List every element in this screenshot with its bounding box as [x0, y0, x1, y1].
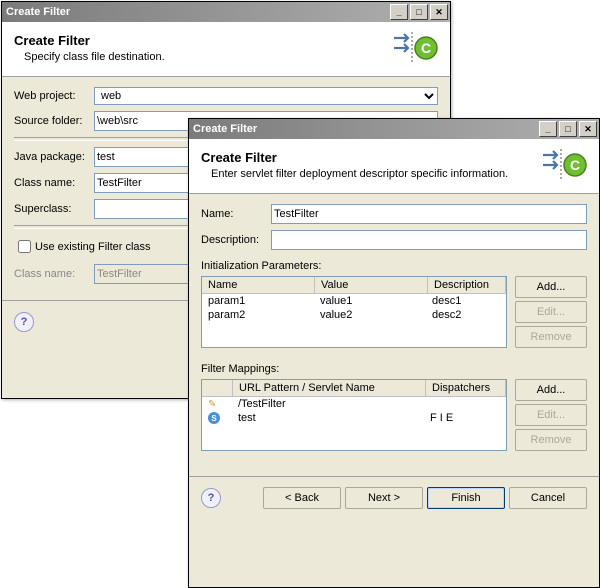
- use-existing-checkbox[interactable]: [18, 240, 31, 253]
- next-button[interactable]: Next >: [345, 487, 423, 509]
- finish-button[interactable]: Finish: [427, 487, 505, 509]
- col-desc[interactable]: Description: [428, 277, 506, 294]
- source-folder-label: Source folder:: [14, 115, 94, 127]
- class-name2-label: Class name:: [14, 268, 94, 280]
- banner-subheading: Specify class file destination.: [24, 51, 388, 63]
- col-name[interactable]: Name: [202, 277, 315, 294]
- web-project-label: Web project:: [14, 90, 94, 102]
- col-value[interactable]: Value: [315, 277, 428, 294]
- init-params-label: Initialization Parameters:: [201, 260, 587, 272]
- close-button[interactable]: ✕: [579, 121, 597, 137]
- titlebar[interactable]: Create Filter _ □ ✕: [189, 119, 599, 139]
- banner: Create Filter Enter servlet filter deplo…: [189, 139, 599, 194]
- banner-heading: Create Filter: [201, 150, 537, 165]
- edit-button: Edit...: [515, 301, 587, 323]
- table-row[interactable]: ✎ /TestFilter: [202, 397, 506, 411]
- description-input[interactable]: [271, 230, 587, 250]
- maximize-button[interactable]: □: [559, 121, 577, 137]
- class-name-label: Class name:: [14, 177, 94, 189]
- help-icon[interactable]: ?: [14, 312, 34, 332]
- window-title: Create Filter: [193, 123, 537, 135]
- window-title: Create Filter: [6, 6, 388, 18]
- name-label: Name:: [201, 208, 271, 220]
- wizard-icon: C: [388, 32, 438, 64]
- use-existing-label: Use existing Filter class: [35, 241, 151, 253]
- wizard-icon: C: [537, 149, 587, 181]
- banner: Create Filter Specify class file destina…: [2, 22, 450, 77]
- back-button[interactable]: < Back: [263, 487, 341, 509]
- minimize-button[interactable]: _: [539, 121, 557, 137]
- filter-mappings-label: Filter Mappings:: [201, 363, 587, 375]
- servlet-icon: S: [208, 412, 220, 424]
- table-row[interactable]: S test F I E: [202, 411, 506, 425]
- web-project-select[interactable]: web: [94, 87, 438, 105]
- remove-button: Remove: [515, 326, 587, 348]
- table-row[interactable]: param2 value2 desc2: [202, 308, 506, 322]
- url-pattern-icon: ✎: [208, 399, 216, 410]
- edit-button: Edit...: [515, 404, 587, 426]
- banner-heading: Create Filter: [14, 33, 388, 48]
- add-button[interactable]: Add...: [515, 379, 587, 401]
- maximize-button[interactable]: □: [410, 4, 428, 20]
- filter-mappings-table[interactable]: URL Pattern / Servlet Name Dispatchers ✎…: [201, 379, 507, 451]
- add-button[interactable]: Add...: [515, 276, 587, 298]
- cancel-button[interactable]: Cancel: [509, 487, 587, 509]
- table-row[interactable]: param1 value1 desc1: [202, 294, 506, 308]
- col-dispatchers[interactable]: Dispatchers: [426, 380, 506, 397]
- col-url-pattern[interactable]: URL Pattern / Servlet Name: [233, 380, 426, 397]
- superclass-label: Superclass:: [14, 203, 94, 215]
- name-input[interactable]: [271, 204, 587, 224]
- banner-subheading: Enter servlet filter deployment descript…: [211, 168, 537, 180]
- init-params-table[interactable]: Name Value Description param1 value1 des…: [201, 276, 507, 348]
- java-package-label: Java package:: [14, 151, 94, 163]
- help-icon[interactable]: ?: [201, 488, 221, 508]
- svg-text:C: C: [570, 157, 580, 173]
- titlebar[interactable]: Create Filter _ □ ✕: [2, 2, 450, 22]
- minimize-button[interactable]: _: [390, 4, 408, 20]
- description-label: Description:: [201, 234, 271, 246]
- svg-text:C: C: [421, 40, 431, 56]
- close-button[interactable]: ✕: [430, 4, 448, 20]
- remove-button: Remove: [515, 429, 587, 451]
